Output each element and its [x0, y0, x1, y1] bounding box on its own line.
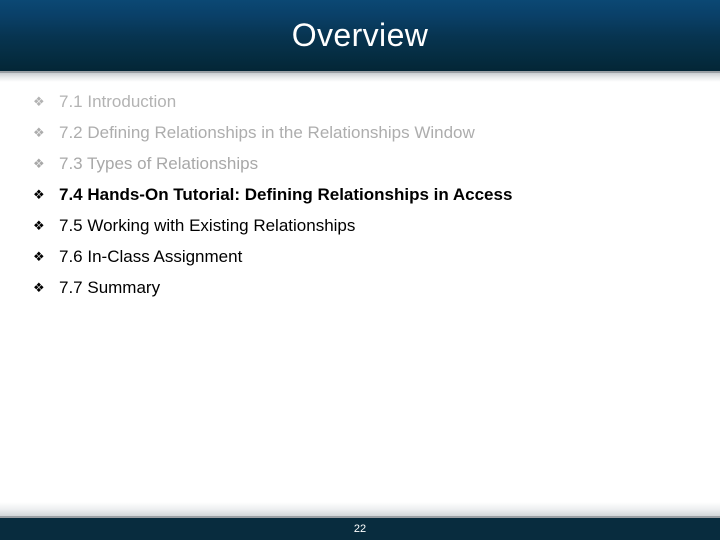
list-item-label: 7.4 Hands-On Tutorial: Defining Relation…	[59, 185, 513, 204]
diamond-bullet-icon: ❖	[33, 281, 45, 296]
list-item-label: 7.1 Introduction	[59, 92, 177, 111]
diamond-bullet-icon: ❖	[33, 188, 45, 203]
list-item-active[interactable]: ❖ 7.4 Hands-On Tutorial: Defining Relati…	[33, 179, 693, 210]
page-number: 22	[353, 523, 367, 535]
overview-bullet-list: ❖ 7.1 Introduction ❖ 7.2 Defining Relati…	[33, 86, 693, 303]
list-item[interactable]: ❖ 7.6 In-Class Assignment	[33, 241, 693, 272]
list-item-label: 7.3 Types of Relationships	[59, 154, 259, 173]
diamond-bullet-icon: ❖	[33, 95, 45, 110]
list-item-label: 7.5 Working with Existing Relationships	[59, 216, 356, 235]
banner-shadow	[0, 73, 720, 82]
list-item[interactable]: ❖ 7.7 Summary	[33, 272, 693, 303]
list-item-label: 7.7 Summary	[59, 278, 161, 297]
diamond-bullet-icon: ❖	[33, 157, 45, 172]
footer-shadow	[0, 502, 720, 516]
title-banner: Overview	[0, 0, 720, 71]
list-item-label: 7.6 In-Class Assignment	[59, 247, 243, 266]
list-item[interactable]: ❖ 7.1 Introduction	[33, 86, 693, 117]
footer-band: 22	[0, 518, 720, 540]
page-title: Overview	[291, 17, 429, 53]
list-item[interactable]: ❖ 7.3 Types of Relationships	[33, 148, 693, 179]
list-item[interactable]: ❖ 7.2 Defining Relationships in the Rela…	[33, 117, 693, 148]
diamond-bullet-icon: ❖	[33, 219, 45, 234]
diamond-bullet-icon: ❖	[33, 126, 45, 141]
list-item[interactable]: ❖ 7.5 Working with Existing Relationship…	[33, 210, 693, 241]
diamond-bullet-icon: ❖	[33, 250, 45, 265]
slide-canvas: Overview ❖ 7.1 Introduction ❖ 7.2 Defini…	[0, 0, 720, 540]
list-item-label: 7.2 Defining Relationships in the Relati…	[59, 123, 475, 142]
